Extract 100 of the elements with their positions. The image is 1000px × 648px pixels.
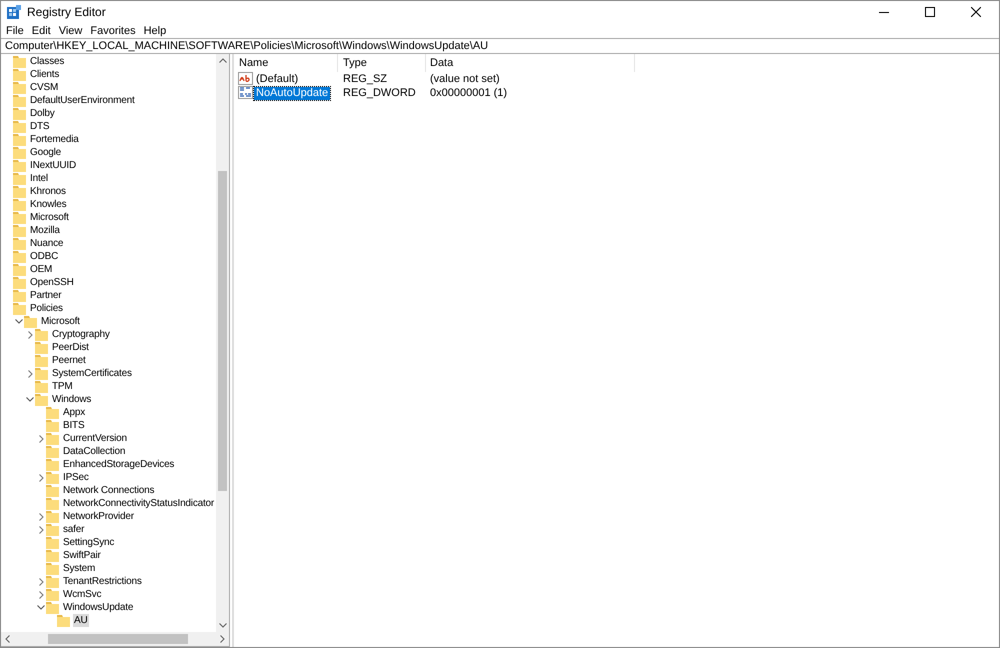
tree-item[interactable]: Classes: [29, 55, 66, 68]
tree-item[interactable]: Partner: [29, 289, 62, 302]
tree-item[interactable]: safer: [62, 523, 86, 536]
menu-item[interactable]: Edit: [28, 24, 56, 36]
chevron-right-icon[interactable]: [28, 330, 32, 338]
folder-icon: [46, 498, 59, 510]
tree-item[interactable]: NetworkConnectivityStatusIndicator: [62, 497, 216, 510]
tree-item[interactable]: Cryptography: [51, 328, 111, 341]
tree-item[interactable]: IPSec: [62, 471, 90, 484]
tree-item[interactable]: Policies: [29, 302, 64, 315]
tree-item[interactable]: Mozilla: [29, 224, 61, 237]
tree-item[interactable]: CurrentVersion: [62, 432, 128, 445]
chevron-right-icon[interactable]: [38, 526, 44, 534]
menu-item[interactable]: File: [3, 24, 29, 36]
tree-item[interactable]: Google: [29, 146, 62, 159]
tree-item[interactable]: Microsoft: [29, 211, 70, 224]
vertical-scrollbar[interactable]: [216, 54, 229, 632]
tree-item[interactable]: BITS: [62, 419, 86, 432]
folder-icon: [46, 588, 59, 600]
folder-icon: [13, 120, 26, 132]
folder-icon: [46, 562, 59, 574]
registry-icon: [7, 5, 21, 19]
tree-item[interactable]: Peernet: [51, 354, 87, 367]
close-icon: [971, 7, 981, 17]
address-field[interactable]: Computer\HKEY_LOCAL_MACHINE\SOFTWARE\Policies\Microsoft\Windows\WindowsUpdate\AU: [1, 38, 999, 54]
tree-item[interactable]: Appx: [62, 406, 86, 419]
scroll-down-icon[interactable]: [218, 623, 226, 628]
folder-icon: [13, 68, 26, 80]
chevron-right-icon[interactable]: [38, 434, 44, 442]
folder-icon: [46, 602, 59, 614]
folder-icon: [13, 212, 26, 224]
tree-item[interactable]: Dolby: [29, 107, 56, 120]
folder-icon: [35, 342, 48, 354]
tree-item[interactable]: NetworkProvider: [62, 510, 135, 523]
tree-item[interactable]: PeerDist: [51, 341, 90, 354]
tree-item[interactable]: Windows: [51, 393, 92, 406]
scroll-up-icon[interactable]: [218, 58, 226, 63]
value-name[interactable]: (Default): [254, 72, 300, 86]
folder-icon: [46, 576, 59, 588]
folder-icon: [46, 420, 59, 432]
folder-icon: [13, 186, 26, 198]
chevron-right-icon[interactable]: [38, 512, 44, 520]
value-type: REG_DWORD: [342, 87, 417, 99]
folder-icon: [35, 354, 48, 366]
window-title: Registry Editor: [27, 5, 106, 19]
column-header[interactable]: Data: [426, 54, 635, 72]
tree-item[interactable]: Microsoft: [40, 315, 81, 328]
maximize-icon: [925, 7, 935, 17]
folder-icon: [13, 56, 26, 68]
folder-icon: [13, 290, 26, 302]
tree-item[interactable]: AU: [73, 614, 88, 627]
tree-item[interactable]: WcmSvc: [62, 588, 102, 601]
menu-item[interactable]: Favorites: [87, 24, 141, 36]
tree-item[interactable]: OpenSSH: [29, 276, 75, 289]
chevron-right-icon[interactable]: [28, 370, 32, 378]
value-type: REG_SZ: [342, 73, 388, 85]
value-data: (value not set): [429, 73, 501, 85]
tree-item[interactable]: CVSM: [29, 81, 60, 94]
tree-item[interactable]: ODBC: [29, 250, 60, 263]
folder-icon: [35, 380, 48, 392]
chevron-down-icon[interactable]: [15, 319, 23, 324]
scroll-left-icon[interactable]: [5, 635, 10, 643]
tree-item[interactable]: SettingSync: [62, 536, 116, 549]
tree-item[interactable]: SwiftPair: [62, 549, 102, 562]
column-header[interactable]: Type: [338, 54, 426, 72]
chevron-down-icon[interactable]: [26, 397, 34, 402]
chevron-right-icon[interactable]: [38, 578, 44, 586]
value-name[interactable]: NoAutoUpdate: [254, 86, 330, 100]
chevron-down-icon[interactable]: [37, 605, 45, 610]
tree-item[interactable]: Nuance: [29, 237, 64, 250]
tree-item[interactable]: Intel: [29, 172, 49, 185]
tree-item[interactable]: Clients: [29, 68, 60, 81]
tree-item[interactable]: Network Connections: [62, 484, 156, 497]
folder-icon: [46, 550, 59, 562]
chevron-right-icon[interactable]: [38, 590, 44, 598]
menu-item[interactable]: View: [56, 24, 88, 36]
tree-item[interactable]: System: [62, 562, 96, 575]
folder-icon: [13, 134, 26, 146]
tree-item[interactable]: SystemCertificates: [51, 367, 133, 380]
tree-item[interactable]: DefaultUserEnvironment: [29, 94, 136, 107]
tree-item[interactable]: INextUUID: [29, 159, 77, 172]
menu-item[interactable]: Help: [140, 24, 172, 36]
string-value-icon: [238, 72, 254, 86]
folder-icon: [13, 238, 26, 250]
scroll-right-icon[interactable]: [220, 635, 225, 643]
value-data: 0x00000001 (1): [429, 87, 508, 99]
tree-item[interactable]: EnhancedStorageDevices: [62, 458, 176, 471]
tree-item[interactable]: Knowles: [29, 198, 68, 211]
tree-item[interactable]: OEM: [29, 263, 54, 276]
tree-item[interactable]: WindowsUpdate: [62, 601, 134, 614]
tree-item[interactable]: DataCollection: [62, 445, 126, 458]
horizontal-scrollbar[interactable]: [1, 632, 229, 646]
tree-item[interactable]: Khronos: [29, 185, 67, 198]
folder-icon: [35, 328, 48, 340]
tree-item[interactable]: Fortemedia: [29, 133, 80, 146]
tree-item[interactable]: TPM: [51, 380, 74, 393]
folder-icon: [46, 446, 59, 458]
tree-item[interactable]: TenantRestrictions: [62, 575, 143, 588]
chevron-right-icon[interactable]: [38, 474, 44, 482]
tree-item[interactable]: DTS: [29, 120, 50, 133]
